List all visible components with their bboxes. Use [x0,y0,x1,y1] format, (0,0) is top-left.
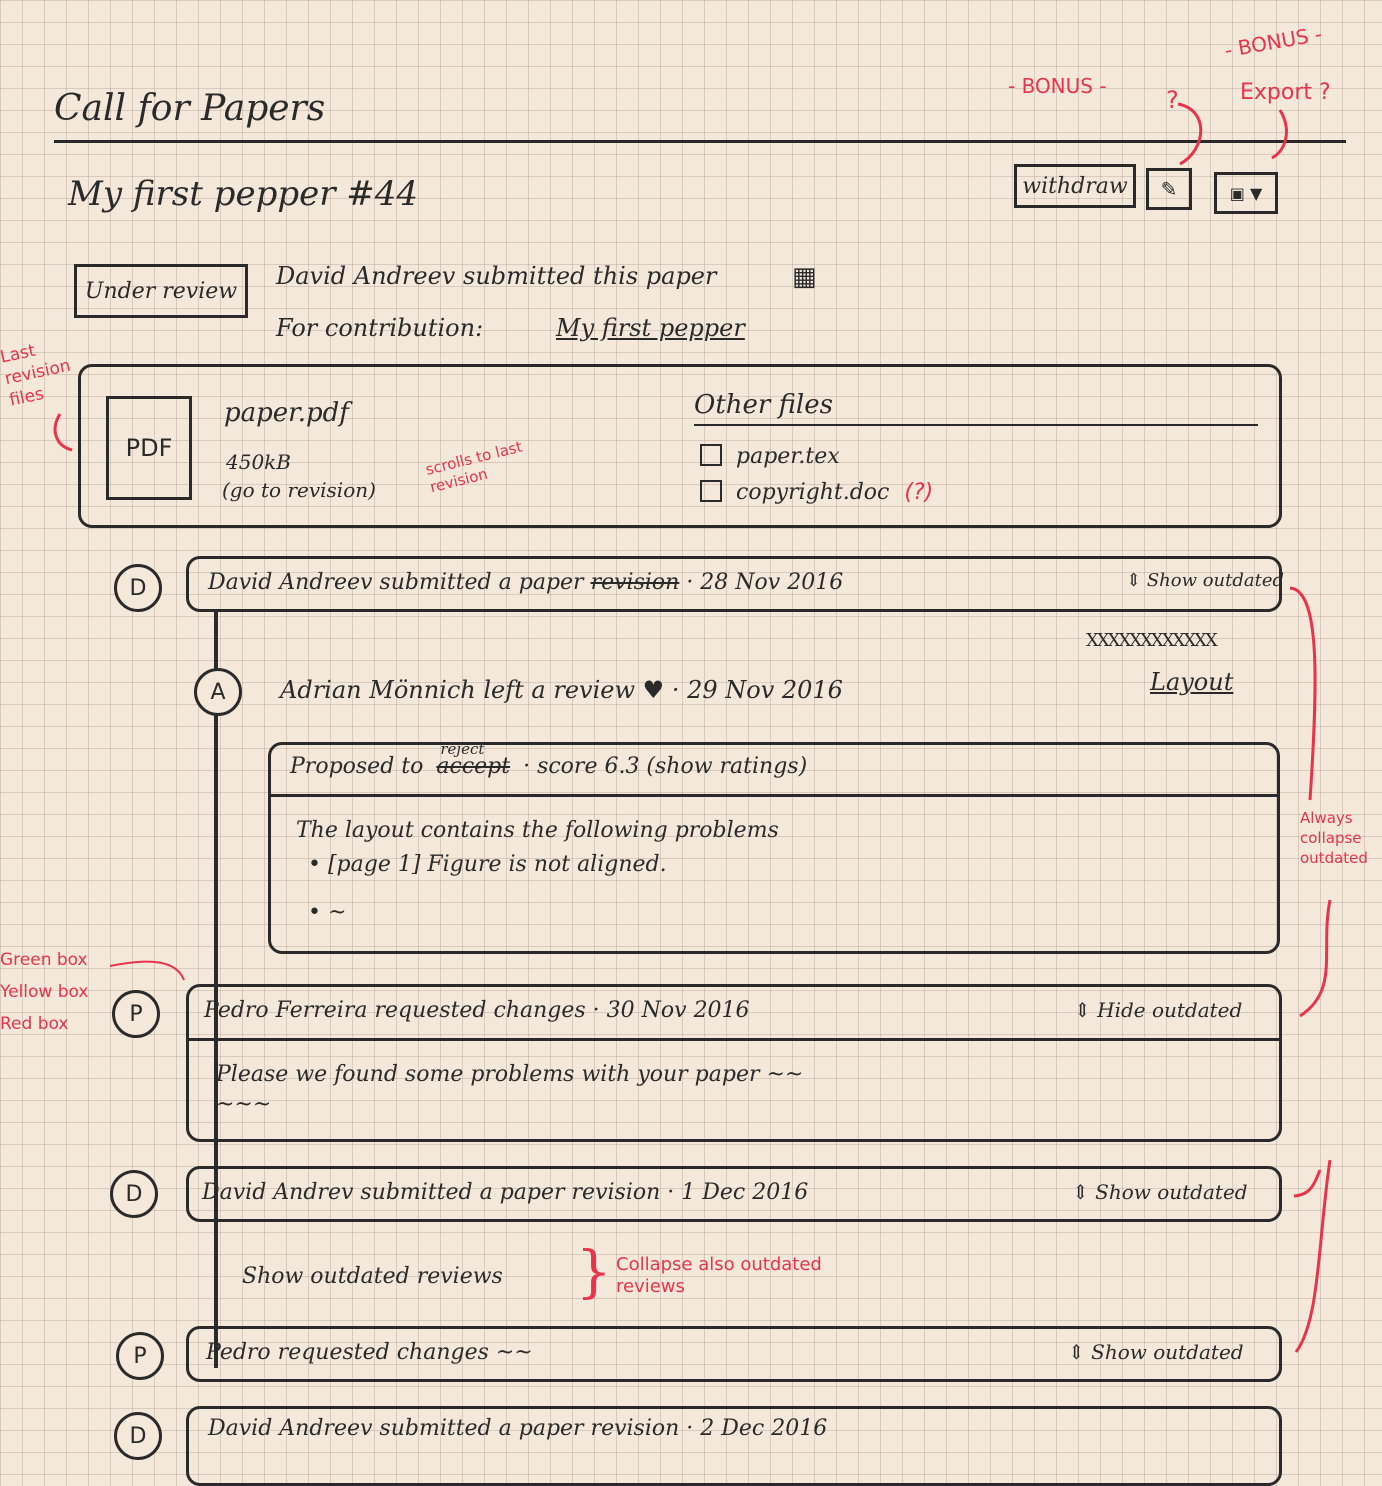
annotation-arrows [53,102,1332,1353]
always-collapse-note: Always collapse outdated [1300,809,1368,867]
